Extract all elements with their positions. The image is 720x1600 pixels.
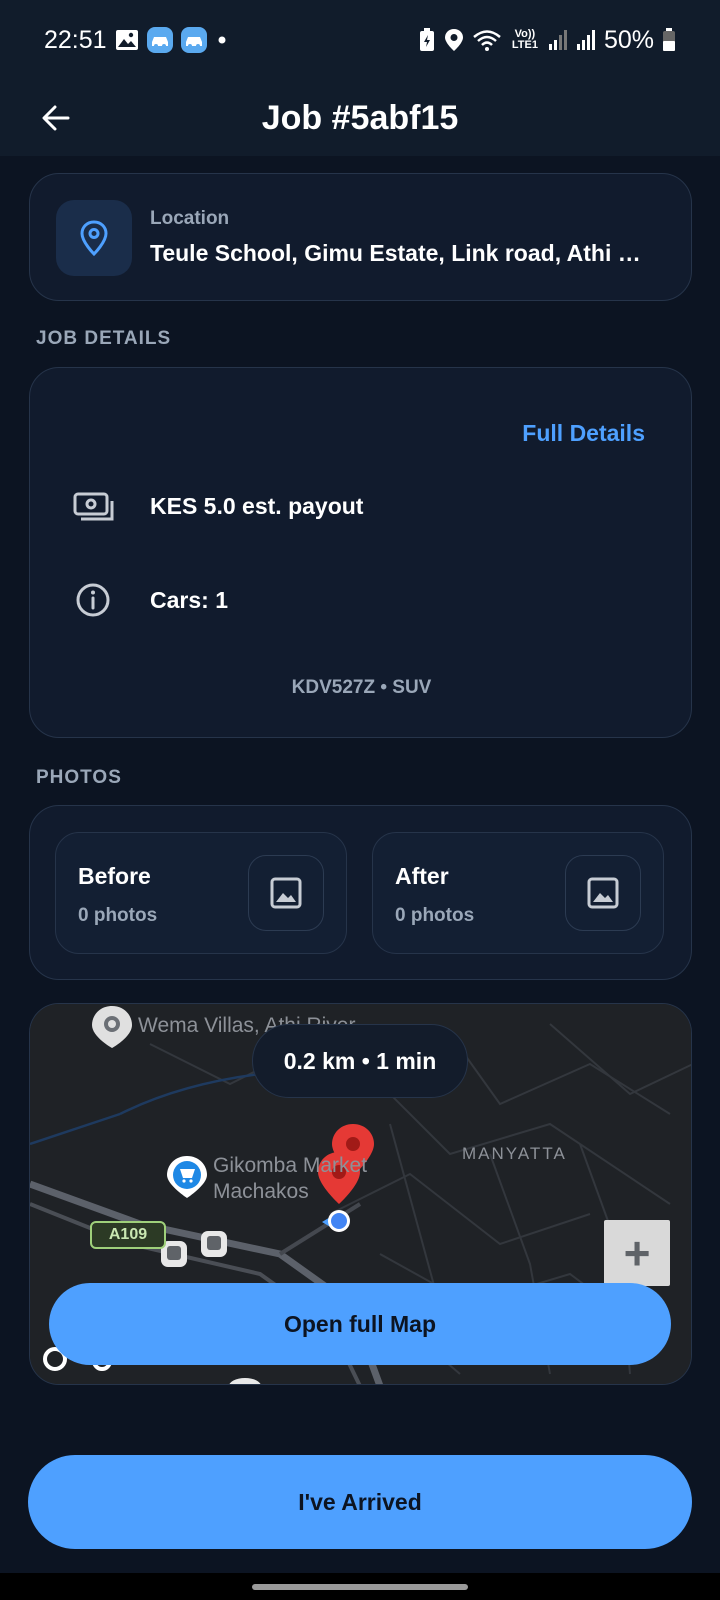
notification-dot-icon [215, 33, 229, 47]
payout-text: KES 5.0 est. payout [150, 492, 364, 519]
wifi-icon [472, 28, 502, 52]
photos-section-label: PHOTOS [36, 767, 122, 788]
eta-pill: 0.2 km • 1 min [252, 1024, 468, 1098]
battery-percent: 50% [603, 25, 654, 54]
arrived-button[interactable]: I've Arrived [28, 1455, 692, 1549]
road-shield: A109 [90, 1221, 166, 1249]
page-title: Job #5abf15 [261, 99, 459, 137]
before-add-photo-button[interactable] [248, 855, 324, 931]
location-icon-box [56, 200, 132, 276]
photos-card: Before 0 photos After 0 photos [29, 805, 692, 980]
gallery-icon [115, 29, 139, 51]
money-icon [70, 483, 116, 529]
zoom-in-button[interactable]: + [604, 1220, 670, 1286]
image-icon [270, 877, 302, 909]
signal-icon [576, 29, 596, 51]
job-details-section-label: JOB DETAILS [36, 328, 172, 349]
after-photos-title: After [395, 863, 449, 889]
car-wash-app-icon [180, 27, 207, 53]
signal-icon [548, 29, 568, 51]
network-type-label: Vo)) LTE1 [511, 28, 538, 51]
location-card[interactable]: Location Teule School, Gimu Estate, Link… [29, 173, 692, 301]
app-bar: Job #5abf15 [0, 80, 720, 156]
cars-row: Cars: 1 [70, 577, 228, 623]
status-time: 22:51 [44, 25, 107, 54]
system-nav-bar [0, 1573, 720, 1600]
job-details-card: Full Details KES 5.0 est. payout Cars: 1… [29, 367, 692, 738]
after-photos-tile[interactable]: After 0 photos [372, 832, 664, 954]
after-photos-count: 0 photos [395, 905, 475, 926]
vehicle-info: KDV527Z • SUV [291, 677, 432, 698]
cars-text: Cars: 1 [150, 586, 228, 613]
map-place-label: Machakos [213, 1180, 309, 1203]
image-icon [587, 877, 619, 909]
after-add-photo-button[interactable] [565, 855, 641, 931]
location-value: Teule School, Gimu Estate, Link road, At… [150, 240, 641, 266]
full-details-link[interactable]: Full Details [522, 420, 645, 447]
battery-icon [662, 28, 676, 52]
before-photos-tile[interactable]: Before 0 photos [55, 832, 347, 954]
location-label: Location [150, 208, 230, 229]
before-photos-title: Before [78, 863, 151, 889]
location-icon [444, 28, 464, 52]
map-pin-icon [80, 220, 108, 256]
status-bar: 22:51 Vo)) LTE1 50% [0, 0, 720, 80]
car-wash-app-icon [146, 27, 173, 53]
info-icon [70, 577, 116, 623]
map-area-label: MANYATTA [462, 1144, 567, 1163]
map-place-label: Gikomba Market [213, 1154, 368, 1177]
open-full-map-button[interactable]: Open full Map [49, 1283, 671, 1365]
payout-row: KES 5.0 est. payout [70, 483, 363, 529]
home-gesture-handle[interactable] [252, 1584, 468, 1590]
before-photos-count: 0 photos [78, 905, 158, 926]
battery-saver-icon [418, 28, 436, 52]
